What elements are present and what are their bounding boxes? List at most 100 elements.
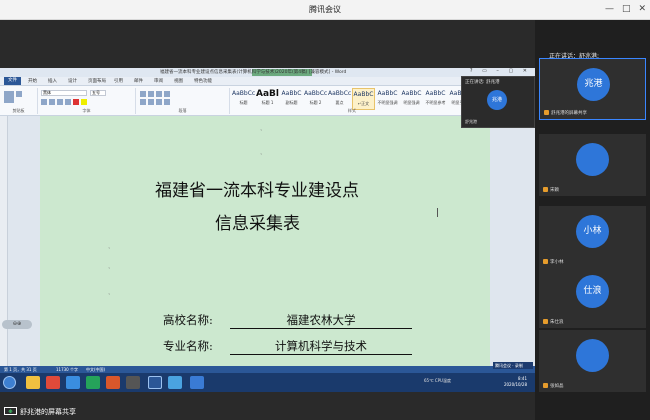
style-sample: AaBbC: [353, 91, 374, 98]
tab-mailings[interactable]: 邮件: [134, 78, 143, 84]
style-sample: AaBbCcI: [232, 90, 255, 97]
style-item[interactable]: AaBbCcI 要点: [328, 88, 351, 110]
tab-layout[interactable]: 页面布局: [88, 78, 106, 84]
cut-icon[interactable]: [16, 91, 22, 97]
word-taskbar-icon[interactable]: [148, 376, 162, 389]
window-controls: — □ ✕: [605, 3, 646, 15]
close-button[interactable]: ✕: [638, 3, 646, 15]
school-value: 福建农林大学: [230, 312, 412, 329]
start-button[interactable]: [3, 376, 16, 389]
word-window-controls[interactable]: ? ▭ – ▢ ✕: [470, 68, 531, 74]
participant-tile[interactable]: 宋颖: [539, 134, 646, 196]
tab-insert[interactable]: 插入: [48, 78, 57, 84]
minimize-button[interactable]: —: [605, 3, 614, 15]
align-right-icon[interactable]: [156, 99, 162, 105]
word-document-title: 福建省一流本科专业建设点信息采集表(计算机科学与技术)2020年(第4稿) [兼…: [160, 70, 347, 75]
style-item[interactable]: AaBbC 不明显强调: [376, 88, 399, 110]
participant-tile[interactable]: 兆港舒兆港的屏幕共享: [539, 58, 646, 120]
styles-group-label: 样式: [348, 108, 356, 113]
ie-icon[interactable]: [66, 376, 80, 389]
style-sample: AaBbC: [425, 90, 446, 97]
align-left-icon[interactable]: [140, 99, 146, 105]
style-item[interactable]: AaBbCcI 标题: [232, 88, 255, 110]
chrome-icon[interactable]: [46, 376, 60, 389]
app-icon[interactable]: [106, 376, 120, 389]
participant-name: 舒兆港的屏幕共享: [544, 110, 587, 116]
participant-tile[interactable]: 张如晶: [539, 330, 646, 392]
italic-icon[interactable]: [49, 99, 55, 105]
participant-name: 宋颖: [543, 187, 559, 193]
numbering-icon[interactable]: [148, 91, 154, 97]
tab-special[interactable]: 特色功能: [194, 78, 212, 84]
participant-name-text: 宋颖: [550, 188, 559, 193]
explorer-icon[interactable]: [26, 376, 40, 389]
app2-icon[interactable]: [126, 376, 140, 389]
mini-overlay-header: 正在讲话: 舒兆港: [465, 80, 500, 85]
style-sample: AaBbCcI: [328, 90, 351, 97]
tencent-meeting-taskbar-icon[interactable]: [190, 376, 204, 389]
participant-name-text: 朱仕浪: [550, 320, 564, 325]
style-name: 要点: [335, 100, 344, 105]
major-value: 计算机科学与技术: [230, 338, 412, 355]
shared-screen-area: 福建省一流本科专业建设点信息采集表(计算机科学与技术)2020年(第4稿) [兼…: [0, 20, 535, 420]
style-item[interactable]: AaBbC 明显强调: [400, 88, 423, 110]
paste-icon[interactable]: [4, 91, 14, 103]
word-ribbon-tabs: 文件 开始 插入 设计 页面布局 引用 邮件 审阅 视图 特色功能: [0, 77, 535, 86]
taskbar-notification[interactable]: 腾讯会议 · 录制: [493, 362, 533, 369]
window-title-bar: 腾讯会议 — □ ✕: [0, 0, 650, 20]
font-size-select[interactable]: 五号: [90, 90, 106, 96]
participant-avatar: 兆港: [577, 68, 610, 101]
style-item[interactable]: AaBbC 不明显参考: [424, 88, 447, 110]
shared-screen: 福建省一流本科专业建设点信息采集表(计算机科学与技术)2020年(第4稿) [兼…: [0, 68, 535, 392]
zoom-pill[interactable]: ⊖⊕: [2, 320, 32, 329]
style-sample: AaBbC: [281, 90, 302, 97]
underline-icon[interactable]: [57, 99, 63, 105]
media-icon[interactable]: [86, 376, 100, 389]
style-item[interactable]: AaBbC ↵正文: [352, 88, 375, 110]
document-title-line2: 信息采集表: [215, 214, 300, 234]
mini-speaker-overlay[interactable]: 正在讲话: 舒兆港 兆港 舒兆港: [461, 76, 535, 128]
system-tray: 8:41 2020/10/28: [504, 376, 527, 388]
tab-file[interactable]: 文件: [4, 77, 21, 85]
windows-taskbar: 65℃ CPU温度 8:41 2020/10/28: [0, 373, 535, 392]
style-name: 标题: [239, 100, 248, 105]
font-name-select[interactable]: 黑体: [41, 90, 87, 96]
font-color-icon[interactable]: [73, 99, 79, 105]
app3-icon[interactable]: [168, 376, 182, 389]
tab-references[interactable]: 引用: [114, 78, 123, 84]
bold-icon[interactable]: [41, 99, 47, 105]
tab-review[interactable]: 审阅: [154, 78, 163, 84]
text-cursor: [437, 208, 438, 217]
participants-panel: 正在讲话：舒兆港; 兆港 舒兆港的屏幕共享 宋颖 小林 李小林 仕浪 朱仕浪 张如晶: [535, 20, 650, 420]
style-name: 副标题: [285, 100, 298, 105]
style-name: 标题 1: [261, 100, 274, 105]
align-center-icon[interactable]: [148, 99, 154, 105]
clipboard-group: 剪贴板: [0, 88, 38, 114]
style-name: 不明显强调: [377, 100, 398, 105]
mic-icon: [543, 259, 548, 264]
tab-design[interactable]: 设计: [68, 78, 77, 84]
style-sample: AaBbCcD: [304, 90, 327, 97]
style-name: ↵正文: [357, 101, 370, 106]
strike-icon[interactable]: [65, 99, 71, 105]
tab-view[interactable]: 视图: [174, 78, 183, 84]
sort-icon[interactable]: [164, 91, 170, 97]
justify-icon[interactable]: [164, 99, 170, 105]
mini-overlay-name: 舒兆港: [465, 119, 477, 124]
document-page[interactable]: ˇ ˇ ˇ ˇ ˇ 福建省一流本科专业建设点 信息采集表 高校名称: 福建农林大…: [40, 116, 490, 366]
bullets-icon[interactable]: [140, 91, 146, 97]
style-sample: AaBbC: [377, 90, 398, 97]
style-item[interactable]: AaBbCcD 标题 2: [304, 88, 327, 110]
maximize-button[interactable]: □: [622, 3, 631, 15]
participant-tile[interactable]: 小林 李小林: [539, 206, 646, 268]
indent-icon[interactable]: [156, 91, 162, 97]
participant-tile[interactable]: 仕浪 朱仕浪: [539, 266, 646, 328]
style-name: 标题 2: [309, 100, 322, 105]
screen-share-caption-text: 舒兆港的屏幕共享: [20, 408, 76, 416]
highlight-icon[interactable]: [81, 99, 87, 105]
tab-home[interactable]: 开始: [28, 78, 37, 84]
style-item[interactable]: AaBbC 副标题: [280, 88, 303, 110]
mic-icon: [543, 383, 548, 388]
style-sample: AaBbC: [401, 90, 422, 97]
style-item[interactable]: AaBl 标题 1: [256, 88, 279, 110]
